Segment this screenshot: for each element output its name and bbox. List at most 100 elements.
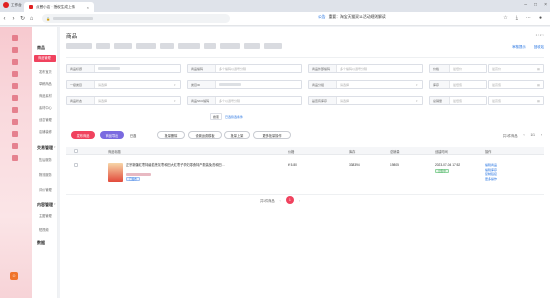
page-title: 商品 <box>66 34 78 40</box>
product-title[interactable]: 正宗新疆红枣特级若羌灰枣和田大红枣子孕妇零食特产散装免洗和田… <box>126 163 281 167</box>
search-button[interactable]: 搜索 <box>210 113 222 120</box>
close-window-icon[interactable]: × <box>544 2 547 8</box>
nav-item-materials[interactable]: 商品素材 <box>39 93 52 98</box>
audit-tips-link[interactable]: 审核提示 <box>512 44 526 49</box>
nav-section-data[interactable]: 数据 <box>37 240 45 246</box>
shop-tab[interactable] <box>264 43 282 49</box>
row-checkbox[interactable] <box>74 163 78 167</box>
more-batch-button[interactable]: 更多批量操作 <box>253 131 291 139</box>
maximize-icon[interactable]: □ <box>534 2 537 8</box>
col-stock: 库存 <box>349 150 356 154</box>
filter-title[interactable]: 商品标题 <box>66 64 181 73</box>
sidebar-nav-icon[interactable] <box>12 59 18 65</box>
set-freight-button[interactable]: 设置运费模板 <box>188 131 222 139</box>
browser-tab[interactable]: 点餐小店 · 授权生成上传 × <box>24 2 94 12</box>
nav-item-creative[interactable]: 创意管理 <box>39 117 52 122</box>
sidebar-nav-icon[interactable] <box>12 143 18 149</box>
filter-label: 类目ID <box>188 81 216 88</box>
nav-item-logistics[interactable]: 物流服务 <box>39 172 52 177</box>
more-ops-link[interactable]: 更多操作 <box>485 177 497 182</box>
browser-toolbar: ‹ › ↻ ⌂ 🔒 <box>0 12 550 26</box>
settings-icon[interactable]: ⋯ <box>526 15 531 21</box>
shop-tab[interactable] <box>66 43 92 49</box>
sidebar-nav-icon[interactable] <box>12 107 18 113</box>
sidebar-nav-icon[interactable] <box>12 95 18 101</box>
nav-section-trade[interactable]: 交易管理 <box>37 145 53 151</box>
sidebar-nav-icon[interactable] <box>12 83 18 89</box>
download-icon[interactable]: ⤓ <box>516 15 518 21</box>
filter-stock-max[interactable]: 最高值 ▦ <box>488 80 544 89</box>
back-icon[interactable]: ‹ <box>0 16 9 22</box>
sidebar-nav-icon[interactable] <box>12 131 18 137</box>
nav-item-decoration[interactable]: 店铺装修 <box>39 129 52 134</box>
user-icon[interactable]: ● <box>539 15 542 21</box>
table-header: 商品标题 价格 库存 总销量 创建时间 操作 <box>66 147 544 155</box>
prev-page-icon[interactable]: ‹ <box>280 198 281 203</box>
filter-sku[interactable]: 商品SKU编码 多个以逗号分隔 <box>187 96 302 105</box>
browser-toolbar-icons: ☆ ⤓ ⋯ ● <box>503 15 542 21</box>
batch-listing-button[interactable]: 批量上架 <box>224 131 250 139</box>
filter-group[interactable]: 商品分组 请选择 ▾ <box>308 80 423 89</box>
sidebar-nav-icon[interactable] <box>12 35 18 41</box>
nav-item-video[interactable]: 短视频 <box>39 227 49 232</box>
nav-item-material-center[interactable]: 素材中心 <box>39 105 52 110</box>
next-page-icon[interactable]: › <box>299 198 300 203</box>
forward-icon[interactable]: › <box>9 16 18 22</box>
sidebar-nav-icon[interactable] <box>12 47 18 53</box>
shop-tab[interactable] <box>204 43 216 49</box>
nav-item-goods-manage[interactable]: 商品管理 <box>34 55 56 62</box>
filter-price-min[interactable]: 价格 最低价 <box>429 64 487 73</box>
next-page-icon[interactable]: › <box>541 133 542 138</box>
nav-section-content[interactable]: 内容管理 <box>37 202 53 208</box>
nav-item-aftersale[interactable]: 售后服务 <box>39 157 52 162</box>
chevron-down-icon: ▾ <box>416 82 418 87</box>
recycle-bin-link[interactable]: 回收站 <box>534 44 544 49</box>
shop-tab[interactable] <box>160 43 174 49</box>
page-hint: 1 / 2 > <box>535 33 544 37</box>
filter-sales-min[interactable]: 总销量 最低值 <box>429 96 487 105</box>
filter-category[interactable]: 一级类目 请选择 ▾ <box>66 80 181 89</box>
prev-page-icon[interactable]: ‹ <box>523 133 524 138</box>
shop-tab[interactable] <box>178 43 200 49</box>
sidebar-nav-icon[interactable] <box>12 155 18 161</box>
avatar[interactable]: ☺ <box>10 272 18 280</box>
minimize-icon[interactable]: – <box>524 2 527 8</box>
filter-outer-code[interactable]: 商品外部编码 多个编码以逗号分隔 <box>308 64 423 73</box>
shop-tab[interactable] <box>244 43 260 49</box>
star-icon[interactable]: ☆ <box>503 15 507 21</box>
select-all-checkbox[interactable] <box>74 149 78 153</box>
nav-item-drafts[interactable]: 草稿商品 <box>39 81 52 86</box>
publish-goods-button[interactable]: 发布商品 <box>71 131 95 139</box>
filter-price-max[interactable]: 最高价 ▦ <box>488 64 544 73</box>
address-bar[interactable]: 🔒 <box>42 14 230 23</box>
filter-status[interactable]: 商品状态 请选择 ▾ <box>66 96 181 105</box>
nav-item-reviews[interactable]: 评价管理 <box>39 187 52 192</box>
notice-banner[interactable]: 公告 重要：淘宝天猫双11活动规则解读 <box>318 15 386 20</box>
lock-icon: 🔒 <box>46 16 51 21</box>
filter-stock-min[interactable]: 库存 最低值 <box>429 80 487 89</box>
page-number-current[interactable]: 1 <box>285 196 294 204</box>
filter-category-id[interactable]: 类目ID <box>187 80 302 89</box>
copy-link[interactable]: 复制链接 <box>485 172 497 177</box>
nav-item-main-image[interactable]: 主图管理 <box>39 213 52 218</box>
shop-tab[interactable] <box>220 43 240 49</box>
sidebar-nav-icon[interactable] <box>12 71 18 77</box>
advanced-filter-link[interactable]: 已选筛选条件 <box>225 115 243 119</box>
row-ops: 编辑商品 编辑库存 复制链接 更多操作 <box>485 163 497 181</box>
shop-tab[interactable] <box>136 43 156 49</box>
filter-code[interactable]: 商品编码 多个编码以逗号分隔 <box>187 64 302 73</box>
product-thumbnail[interactable] <box>108 163 123 182</box>
shop-tab[interactable] <box>96 43 110 49</box>
reload-icon[interactable]: ↻ <box>18 15 27 22</box>
export-goods-button[interactable]: 商品导出 <box>100 131 124 139</box>
filter-has-stock[interactable]: 是否有库存 请选择 ▾ <box>308 96 423 105</box>
batch-delete-button[interactable]: 批量删除 <box>157 131 185 139</box>
shop-tab[interactable] <box>114 43 132 49</box>
home-icon[interactable]: ⌂ <box>27 16 36 22</box>
close-tab-icon[interactable]: × <box>87 5 89 10</box>
sidebar-nav-icon[interactable] <box>12 119 18 125</box>
edit-goods-link[interactable]: 编辑商品 <box>485 163 497 168</box>
filter-sales-max[interactable]: 最高值 ▦ <box>488 96 544 105</box>
nav-item-publish[interactable]: 发布宝贝 <box>39 69 52 74</box>
filter-placeholder: 最低值 <box>453 82 463 87</box>
